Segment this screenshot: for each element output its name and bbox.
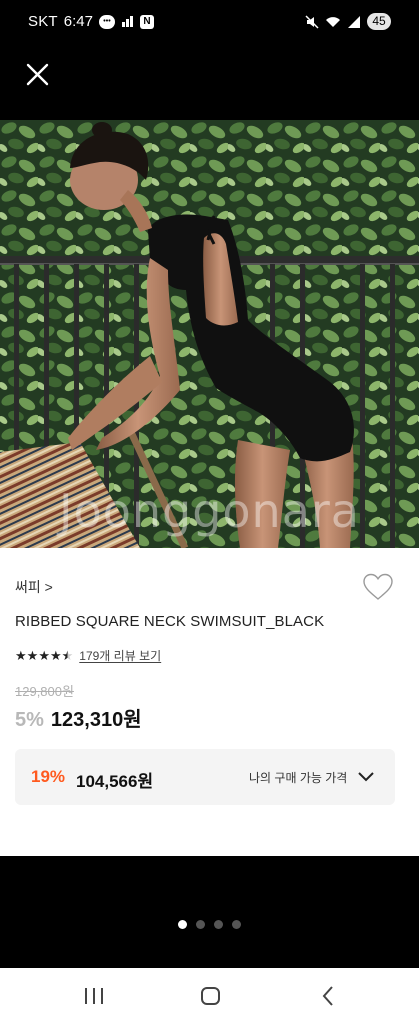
top-header [0,44,419,110]
status-right: 45 [305,13,391,30]
my-price-label: 나의 구매 가능 가격 [249,771,348,785]
star-icon: ★ [38,648,50,663]
carousel-dot[interactable] [214,920,223,929]
cell-signal-icon [348,15,360,28]
my-price-value: 104,566원 [76,772,154,791]
home-button[interactable] [197,982,225,1010]
original-price: 129,800원 [15,684,74,699]
chevron-down-icon [358,772,374,782]
star-icon: ★ [49,648,62,663]
naver-n-icon: N [139,14,154,29]
carousel-dot[interactable] [178,920,187,929]
my-price-dropdown[interactable]: 19% 104,566원 나의 구매 가능 가격 [15,749,395,805]
recent-apps-button[interactable] [80,982,108,1010]
carousel-dots [0,920,419,929]
close-icon [26,63,49,86]
star-icon: ★ [26,648,39,663]
rating-row: ★ ★ ★ ★ ★ 179개 리뷰 보기 [15,647,161,664]
carousel-dot[interactable] [232,920,241,929]
back-button[interactable] [315,982,343,1010]
recent-apps-icon [85,988,103,1004]
carrier-label: SKT [28,13,58,30]
clock: 6:47 [63,13,93,30]
star-icon: ★ [15,648,27,663]
heart-icon [363,573,393,600]
sale-price: 123,310원 [50,709,142,731]
product-info: 써피 > RIBBED SQUARE NECK SWIMSUIT_BLACK ★… [0,548,419,856]
review-link[interactable]: 179개 리뷰 보기 [79,647,161,664]
mute-icon [305,14,319,29]
product-photo[interactable]: Joonggonara [0,120,419,548]
price-row: 5% 123,310원 [15,703,142,732]
my-discount-rate: 19% [31,767,66,786]
carousel-band [0,856,419,968]
battery-indicator: 45 [367,13,391,30]
home-icon [201,987,220,1005]
rating-stars: ★ ★ ★ ★ ★ [15,649,73,662]
discount-rate: 5% [15,709,44,731]
signal-app-icon [121,16,133,27]
status-left: SKT 6:47 ••• N [28,13,154,30]
close-button[interactable] [20,57,56,93]
brand-link[interactable]: 써피 > [15,577,53,597]
back-icon [322,986,333,1006]
carousel-dot[interactable] [196,920,205,929]
wifi-icon [326,16,340,27]
system-nav-bar [0,968,419,1024]
status-bar: SKT 6:47 ••• N 45 [0,0,419,44]
watermark-text: Joonggonara [59,484,360,538]
half-star-icon: ★ [61,648,74,663]
talk-bubble-icon: ••• [98,14,115,29]
product-title: RIBBED SQUARE NECK SWIMSUIT_BLACK [15,613,325,630]
wishlist-button[interactable] [362,572,394,602]
